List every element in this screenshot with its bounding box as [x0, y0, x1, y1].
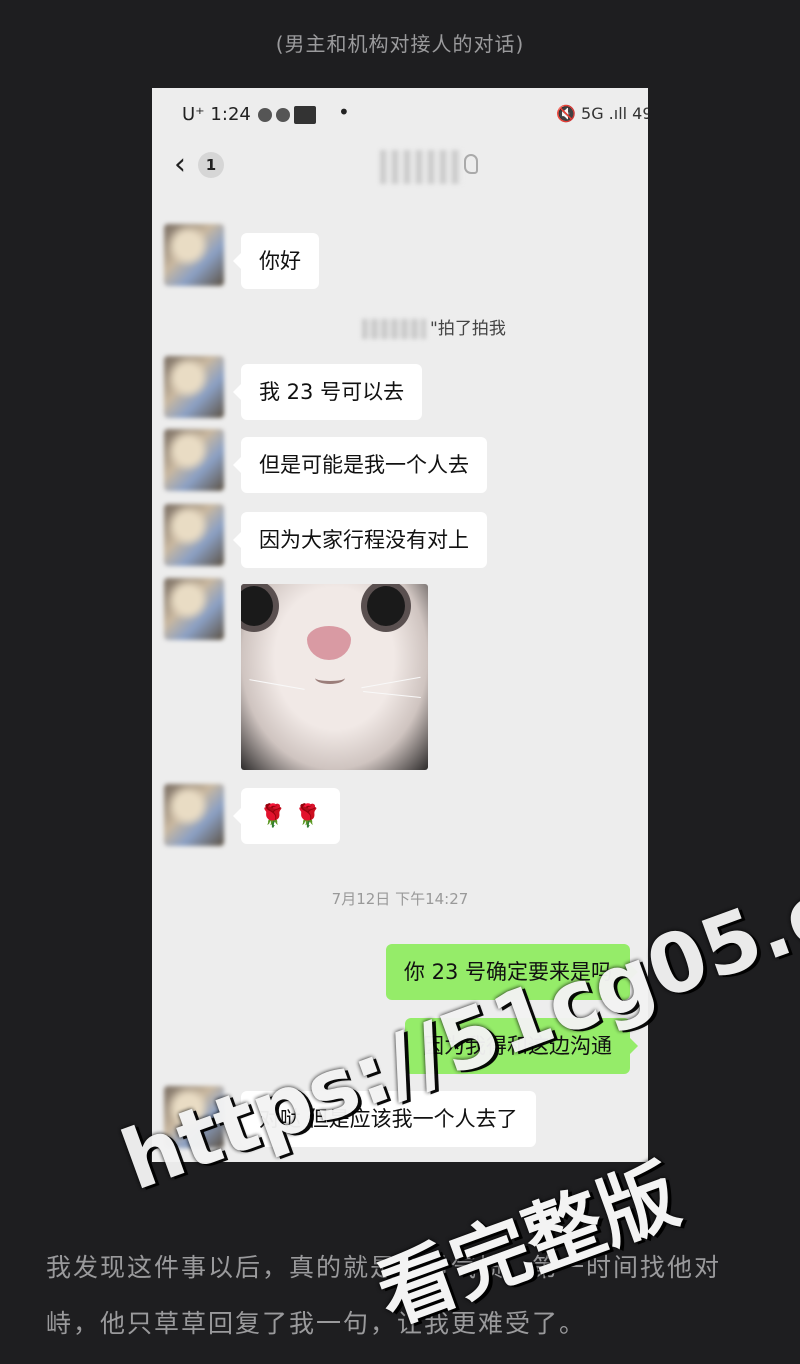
status-dot-icon: • [338, 100, 350, 124]
cat-whisker [249, 679, 305, 690]
cat-mouth [315, 672, 345, 684]
message-bubble: 我 23 号可以去 [232, 364, 423, 420]
caption: (男主和机构对接人的对话) [275, 32, 525, 56]
message-bubble: 但是可能是我一个人去 [233, 437, 487, 493]
ear-icon [464, 154, 478, 174]
chat-icon [276, 108, 290, 122]
status-bar: U⁺ 1:24 • 🔇 5G .ıll 49 [152, 88, 648, 140]
wechat-icon [258, 108, 272, 122]
cat-nose [307, 626, 351, 660]
contact-name [380, 150, 462, 184]
avatar[interactable] [164, 429, 224, 491]
cat-whisker [363, 690, 421, 699]
avatar[interactable] [164, 504, 224, 566]
cat-photo[interactable] [241, 584, 428, 770]
avatar[interactable] [164, 784, 224, 846]
chevron-left-icon[interactable]: ‹ [174, 150, 186, 180]
status-right: 🔇 5G .ıll 49 [556, 104, 648, 123]
app-icon [294, 106, 316, 124]
rose-icon: 🌹 [294, 804, 322, 829]
status-time: U⁺ 1:24 [182, 104, 251, 125]
cat-eye [241, 586, 273, 626]
system-message: "拍了拍我 [362, 314, 506, 339]
message-bubble: 你好 [233, 233, 319, 289]
cat-whisker [361, 676, 421, 689]
avatar[interactable] [164, 224, 224, 286]
notification-icons [258, 106, 316, 124]
emoji-bubble: 🌹 🌹 [233, 788, 340, 844]
message-bubble: 因为大家行程没有对上 [233, 512, 487, 568]
cat-eye [367, 586, 405, 626]
unread-badge: 1 [198, 152, 224, 178]
timestamp: 7月12日 下午14:27 [331, 890, 469, 908]
avatar[interactable] [164, 356, 224, 418]
contact-name-blurred [362, 319, 426, 339]
chat-header: ‹ 1 [152, 140, 648, 198]
avatar[interactable] [164, 578, 224, 640]
rose-icon: 🌹 [259, 804, 287, 829]
